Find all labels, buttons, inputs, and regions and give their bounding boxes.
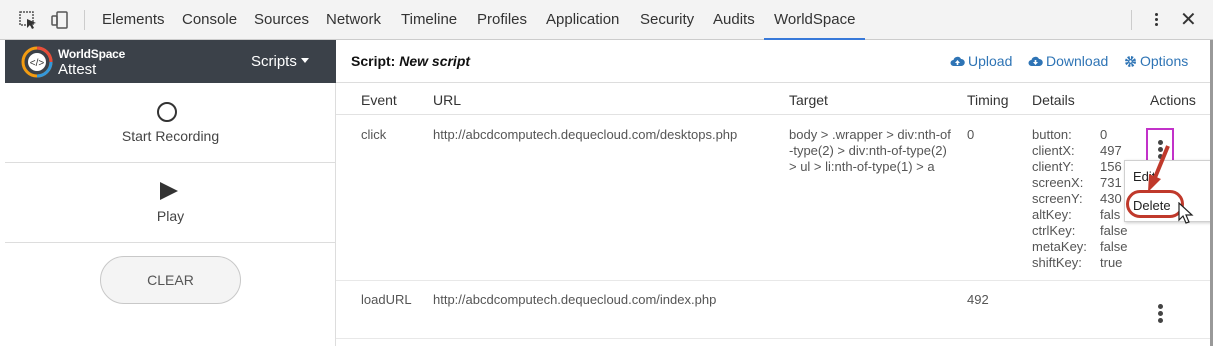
detail-line: metaKey: false	[1032, 239, 1132, 255]
toolbar-divider	[84, 10, 85, 30]
detail-value: 156	[1100, 159, 1122, 174]
target-cell: body > .wrapper > div:nth-of-type(2) > d…	[789, 127, 951, 174]
download-label: Download	[1046, 53, 1109, 69]
col-event: Event	[361, 92, 397, 108]
tab-elements[interactable]: Elements	[102, 0, 165, 40]
detail-value: 0	[1100, 127, 1108, 142]
detail-line: clientY: 156	[1032, 159, 1132, 175]
options-link[interactable]: Options	[1124, 53, 1188, 69]
delete-highlight-ring	[1126, 190, 1184, 218]
tab-worldspace[interactable]: WorldSpace	[764, 0, 866, 40]
detail-value: 430	[1100, 191, 1122, 206]
script-prefix: Script:	[351, 53, 396, 69]
col-target: Target	[789, 92, 828, 108]
detail-key: button:	[1032, 127, 1072, 142]
details-cell: button: 0 clientX: 497 clientY: 156 screenX…	[1032, 127, 1132, 271]
tab-audits[interactable]: Audits	[713, 0, 755, 40]
cloud-upload-icon	[950, 56, 965, 66]
col-timing: Timing	[967, 92, 1009, 108]
options-label: Options	[1140, 53, 1189, 69]
detail-line: shiftKey: true	[1032, 255, 1132, 271]
inspect-element-icon[interactable]	[18, 10, 38, 30]
detail-key: ctrlKey:	[1032, 223, 1076, 238]
col-url: URL	[433, 92, 462, 108]
device-toolbar-icon[interactable]	[50, 10, 70, 30]
detail-value: true	[1100, 255, 1123, 270]
detail-line: screenY: 430	[1032, 191, 1132, 207]
brand-product: Attest	[58, 61, 97, 78]
detail-value: fals	[1100, 207, 1121, 222]
event-cell: loadURL	[361, 292, 412, 307]
detail-value: false	[1100, 223, 1128, 238]
play-button[interactable]: Play	[5, 163, 336, 243]
upload-label: Upload	[968, 53, 1013, 69]
url-cell: http://abcdcomputech.dequecloud.com/desk…	[433, 127, 738, 142]
tab-security[interactable]: Security	[640, 0, 694, 40]
scripts-label: Scripts	[251, 53, 297, 70]
detail-line: clientX: 497	[1032, 143, 1132, 159]
brand-bar: </> WorldSpace Attest Scripts	[5, 40, 336, 83]
timing-cell: 0	[967, 127, 975, 142]
brand-name: WorldSpace	[58, 47, 126, 61]
row-actions-icon[interactable]	[1158, 138, 1164, 161]
timing-cell: 492	[967, 292, 989, 307]
start-recording-label: Start Recording	[121, 128, 220, 144]
upload-link[interactable]: Upload	[950, 53, 1012, 69]
record-icon	[157, 102, 177, 122]
detail-key: altKey:	[1032, 207, 1072, 222]
events-table: Event URL Target Timing Details Actions …	[336, 84, 1213, 346]
tab-profiles[interactable]: Profiles	[477, 0, 527, 40]
detail-line: screenX: 731	[1032, 175, 1132, 191]
play-label: Play	[156, 208, 185, 224]
play-icon	[160, 182, 178, 200]
detail-key: clientY:	[1032, 159, 1074, 174]
row-actions-icon[interactable]	[1158, 302, 1164, 325]
col-details: Details	[1032, 92, 1075, 108]
url-cell: http://abcdcomputech.dequecloud.com/inde…	[433, 292, 717, 307]
detail-line: altKey: fals	[1032, 207, 1132, 223]
table-row: click http://abcdcomputech.dequecloud.co…	[336, 115, 1211, 281]
detail-key: metaKey:	[1032, 239, 1087, 254]
tab-application[interactable]: Application	[546, 0, 619, 40]
script-title: Script: New script	[351, 53, 470, 69]
detail-key: shiftKey:	[1032, 255, 1082, 270]
start-recording-button[interactable]: Start Recording	[5, 83, 336, 163]
cloud-download-icon	[1028, 56, 1043, 66]
table-header: Event URL Target Timing Details Actions	[336, 84, 1211, 115]
caret-down-icon	[300, 57, 309, 63]
download-link[interactable]: Download	[1028, 53, 1108, 69]
toolbar-divider	[1131, 10, 1132, 30]
close-icon[interactable]: ✕	[1180, 8, 1197, 32]
detail-value: false	[1100, 239, 1128, 254]
detail-line: ctrlKey: false	[1032, 223, 1132, 239]
detail-line: button: 0	[1032, 127, 1132, 143]
detail-value: 731	[1100, 175, 1122, 190]
more-options-icon[interactable]	[1151, 11, 1161, 31]
script-header: Script: New script Upload Download Optio…	[336, 40, 1213, 83]
svg-text:</>: </>	[30, 58, 45, 69]
tab-console[interactable]: Console	[182, 0, 237, 40]
detail-key: screenX:	[1032, 175, 1084, 190]
col-actions: Actions	[1150, 92, 1196, 108]
worldspace-logo-icon: </>	[21, 46, 53, 78]
table-row: loadURL http://abcdcomputech.dequecloud.…	[336, 281, 1211, 339]
tab-network[interactable]: Network	[326, 0, 381, 40]
detail-key: screenY:	[1032, 191, 1083, 206]
clear-button[interactable]: CLEAR	[100, 256, 241, 304]
edit-menu-item[interactable]: Edit	[1133, 169, 1155, 184]
tab-sources[interactable]: Sources	[254, 0, 309, 40]
detail-value: 497	[1100, 143, 1122, 158]
tab-timeline[interactable]: Timeline	[401, 0, 457, 40]
detail-key: clientX:	[1032, 143, 1075, 158]
event-cell: click	[361, 127, 387, 142]
devtools-toolbar: Elements Console Sources Network Timelin…	[0, 0, 1213, 40]
scripts-dropdown[interactable]: Scripts	[251, 53, 309, 70]
script-name: New script	[399, 53, 471, 69]
gear-icon	[1125, 56, 1136, 67]
left-panel: Start Recording Play CLEAR	[5, 83, 336, 346]
mouse-cursor-icon	[1178, 202, 1194, 224]
